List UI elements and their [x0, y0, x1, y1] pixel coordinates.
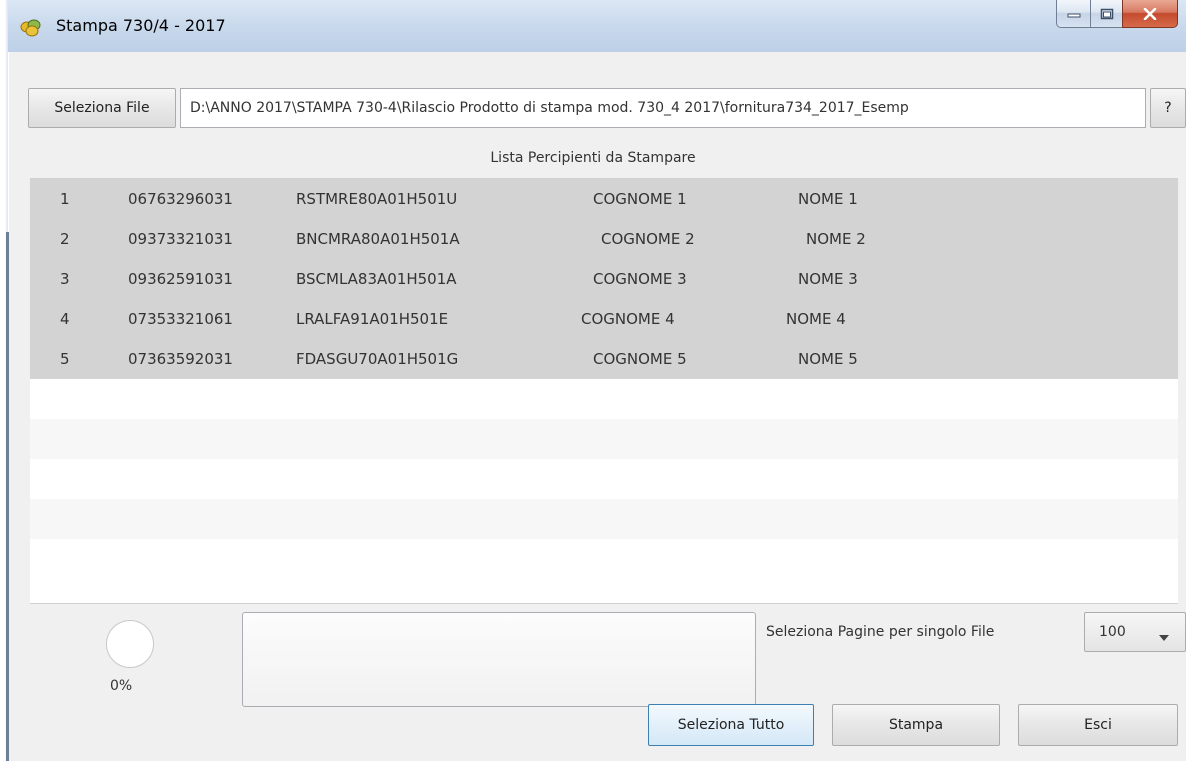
title-bar[interactable]: Stampa 730/4 - 2017	[8, 0, 1186, 52]
row-tax-id: LRALFA91A01H501E	[296, 310, 449, 328]
pages-per-file-select[interactable]: 100	[1084, 612, 1186, 652]
row-name: NOME 4	[786, 310, 846, 328]
row-tax-id: BSCMLA83A01H501A	[296, 270, 457, 288]
row-code: 07363592031	[128, 350, 233, 368]
list-item[interactable]: 5 07363592031 FDASGU70A01H501G COGNOME 5…	[30, 339, 1178, 379]
close-icon	[1143, 7, 1157, 20]
recipients-list[interactable]: 1 06763296031 RSTMRE80A01H501U COGNOME 1…	[30, 178, 1178, 604]
row-surname: COGNOME 1	[593, 190, 687, 208]
list-item[interactable]: 2 09373321031 BNCMRA80A01H501A COGNOME 2…	[30, 219, 1178, 259]
row-index: 1	[60, 190, 70, 208]
progress-percent: 0%	[110, 678, 133, 694]
empty-row	[30, 539, 1178, 579]
pages-per-file-label: Seleziona Pagine per singolo File	[766, 624, 995, 640]
row-name: NOME 1	[798, 190, 858, 208]
log-textarea[interactable]	[242, 612, 756, 707]
print-button[interactable]: Stampa	[832, 704, 1000, 746]
app-icon	[20, 17, 42, 37]
row-code: 07353321061	[128, 310, 233, 328]
empty-row	[30, 499, 1178, 539]
exit-button[interactable]: Esci	[1018, 704, 1178, 746]
empty-row	[30, 379, 1178, 419]
list-item[interactable]: 4 07353321061 LRALFA91A01H501E COGNOME 4…	[30, 299, 1178, 339]
progress-indicator	[106, 620, 154, 668]
empty-row	[30, 419, 1178, 459]
list-title: Lista Percipienti da Stampare	[490, 150, 696, 166]
window-title: Stampa 730/4 - 2017	[56, 16, 226, 35]
row-surname: COGNOME 3	[593, 270, 687, 288]
row-code: 09362591031	[128, 270, 233, 288]
select-file-button[interactable]: Seleziona File	[28, 88, 176, 128]
row-index: 2	[60, 230, 70, 248]
row-tax-id: BNCMRA80A01H501A	[296, 230, 460, 248]
row-surname: COGNOME 5	[593, 350, 687, 368]
row-surname: COGNOME 4	[581, 310, 675, 328]
maximize-icon	[1100, 8, 1113, 19]
maximize-button[interactable]	[1090, 0, 1122, 28]
select-all-button[interactable]: Seleziona Tutto	[648, 704, 814, 746]
window-left-edge	[0, 0, 10, 761]
row-name: NOME 3	[798, 270, 858, 288]
pages-per-file-value: 100	[1099, 624, 1126, 640]
file-path-field[interactable]: D:\ANNO 2017\STAMPA 730-4\Rilascio Prodo…	[180, 88, 1146, 128]
empty-row	[30, 459, 1178, 499]
list-item[interactable]: 1 06763296031 RSTMRE80A01H501U COGNOME 1…	[30, 179, 1178, 219]
row-code: 09373321031	[128, 230, 233, 248]
caption-buttons	[1056, 0, 1178, 30]
row-index: 4	[60, 310, 70, 328]
close-button[interactable]	[1122, 0, 1178, 28]
row-tax-id: FDASGU70A01H501G	[296, 350, 459, 368]
row-name: NOME 5	[798, 350, 858, 368]
help-button[interactable]: ?	[1150, 88, 1186, 128]
row-index: 5	[60, 350, 70, 368]
row-name: NOME 2	[806, 230, 866, 248]
row-index: 3	[60, 270, 70, 288]
minimize-icon	[1067, 13, 1080, 17]
row-tax-id: RSTMRE80A01H501U	[296, 190, 458, 208]
chevron-down-icon	[1159, 629, 1169, 645]
minimize-button[interactable]	[1056, 0, 1090, 28]
list-item[interactable]: 3 09362591031 BSCMLA83A01H501A COGNOME 3…	[30, 259, 1178, 299]
row-surname: COGNOME 2	[601, 230, 695, 248]
row-code: 06763296031	[128, 190, 233, 208]
